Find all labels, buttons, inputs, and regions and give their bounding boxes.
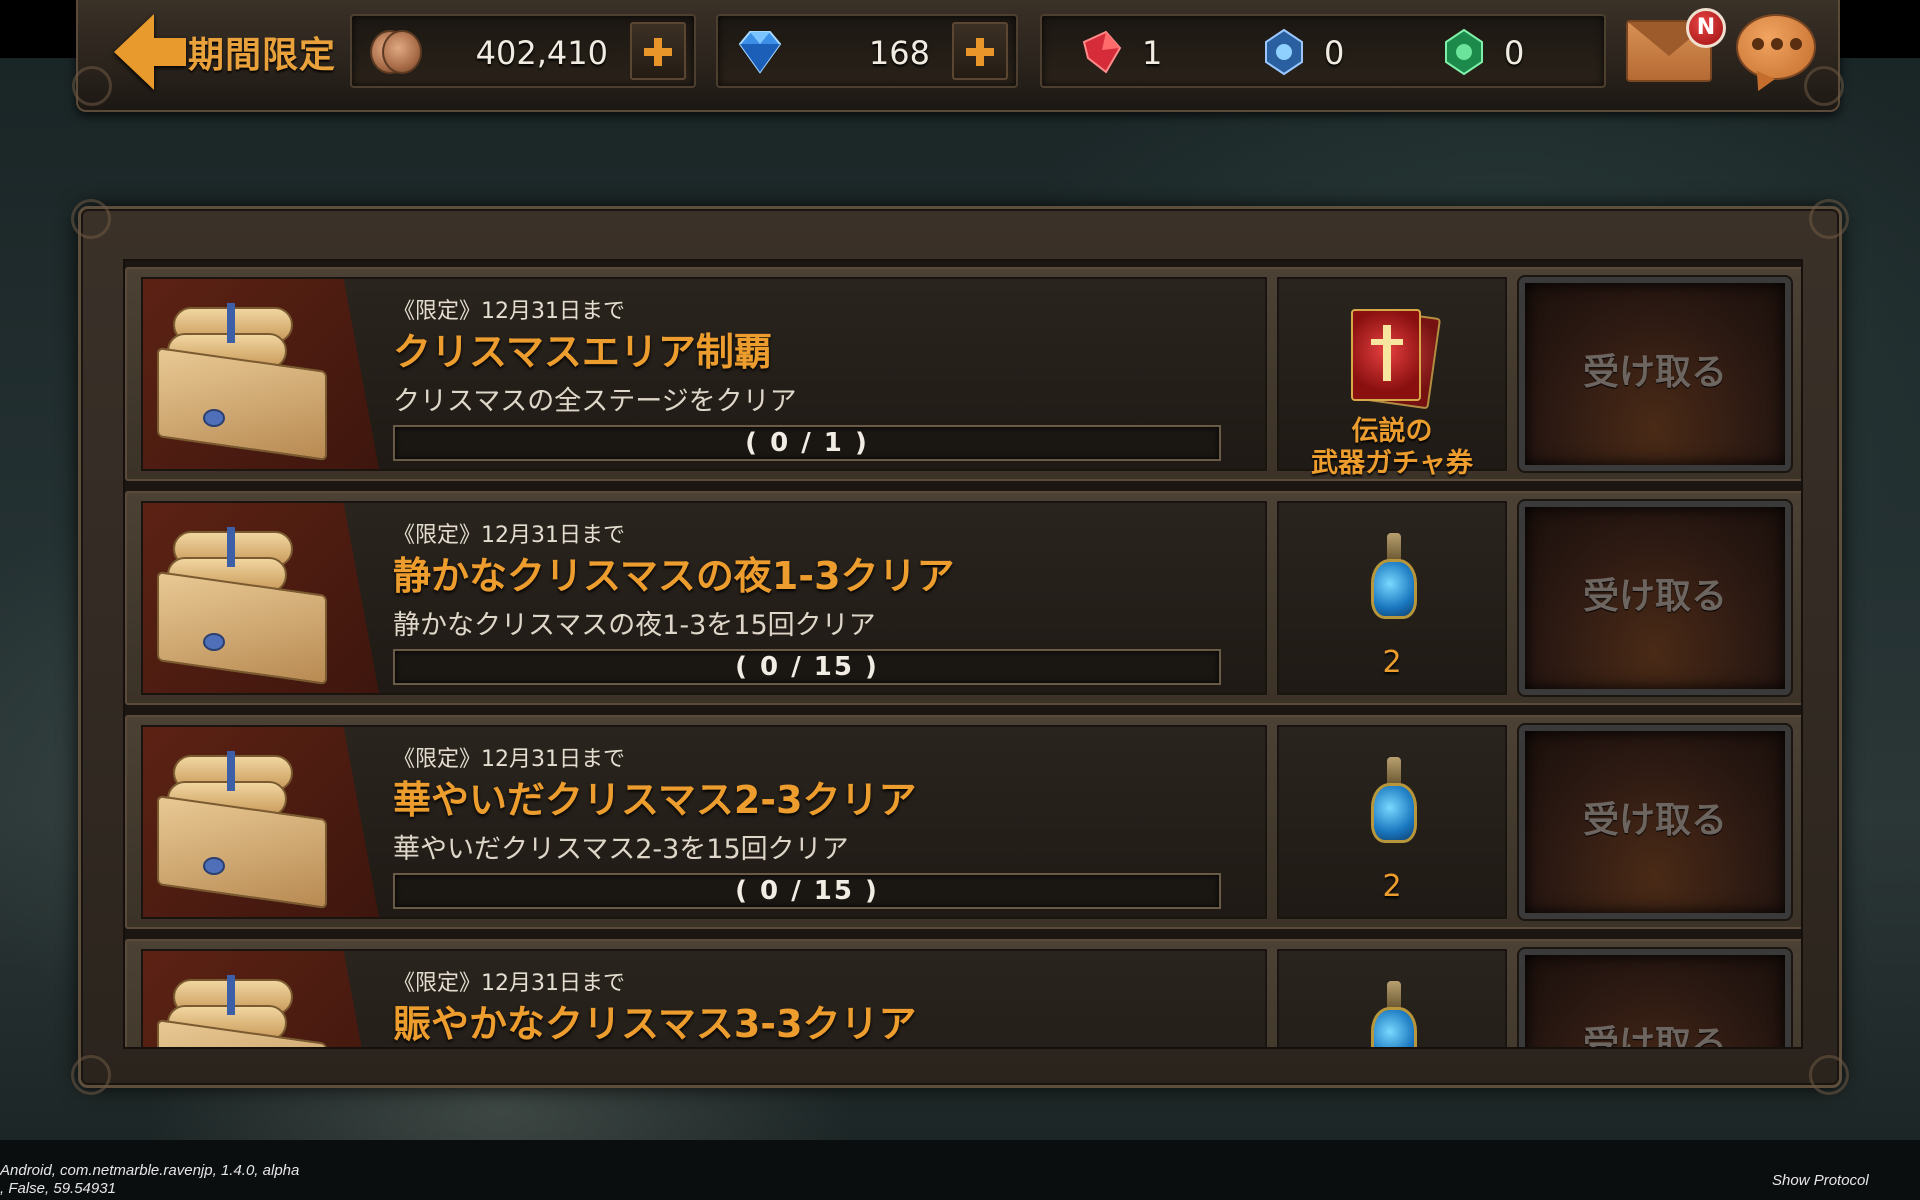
- quest-title: 賑やかなクリスマス3-3クリア: [393, 1002, 917, 1046]
- reward-label-line2: 武器ガチャ券: [1311, 448, 1473, 479]
- quest-title: クリスマスエリア制覇: [393, 330, 772, 374]
- blue-potion-icon: [1371, 757, 1417, 849]
- quest-description: 華やいだクリスマス2-3を15回クリア: [393, 834, 849, 865]
- debug-info-line2: , False, 59.54931: [0, 1180, 116, 1197]
- claim-button[interactable]: 受け取る: [1517, 947, 1793, 1049]
- quest-row: 《限定》12月31日まで 華やいだクリスマス2-3クリア 華やいだクリスマス2-…: [125, 715, 1801, 929]
- coin-counter: 402,410: [350, 14, 696, 88]
- claim-button[interactable]: 受け取る: [1517, 275, 1793, 473]
- show-protocol-link[interactable]: Show Protocol: [1772, 1172, 1869, 1189]
- progress-text: ( 0 / 1 ): [745, 428, 869, 458]
- panel-ornament-tr: [1809, 199, 1849, 239]
- panel-ornament-br: [1809, 1055, 1849, 1095]
- quest-description: 静かなクリスマスの夜1-3を15回クリア: [393, 610, 876, 641]
- blue-crystal-icon: [1265, 28, 1303, 76]
- quest-info: 《限定》12月31日まで 華やいだクリスマス2-3クリア 華やいだクリスマス2-…: [141, 725, 1267, 919]
- coin-amount: 402,410: [475, 34, 608, 72]
- claim-label: 受け取る: [1582, 352, 1727, 393]
- weapon-gacha-ticket-icon: [1351, 308, 1442, 410]
- blue-potion-icon: [1371, 981, 1417, 1047]
- reward-slot: [1277, 949, 1507, 1047]
- red-crystal-amount: 1: [1142, 34, 1163, 72]
- reward-slot: 2: [1277, 501, 1507, 695]
- scroll-icon: [143, 951, 379, 1047]
- scroll-icon: [143, 727, 379, 917]
- back-button[interactable]: [96, 10, 186, 94]
- claim-label: 受け取る: [1582, 1024, 1727, 1049]
- claim-label: 受け取る: [1582, 576, 1727, 617]
- quest-list[interactable]: 《限定》12月31日まで クリスマスエリア制覇 クリスマスの全ステージをクリア …: [123, 259, 1803, 1049]
- quest-info: 《限定》12月31日まで クリスマスエリア制覇 クリスマスの全ステージをクリア …: [141, 277, 1267, 471]
- chat-button[interactable]: [1736, 14, 1816, 80]
- quest-description: クリスマスの全ステージをクリア: [393, 386, 797, 417]
- gem-counter: 168: [716, 14, 1018, 88]
- mail-new-badge: N: [1686, 8, 1726, 48]
- add-coins-button[interactable]: [630, 22, 686, 80]
- page-title: 期間限定: [188, 35, 337, 76]
- blue-crystal-amount: 0: [1324, 34, 1345, 72]
- crystal-counters: 1 0 0: [1040, 14, 1606, 88]
- quest-info: 《限定》12月31日まで 賑やかなクリスマス3-3クリア: [141, 949, 1267, 1047]
- gem-amount: 168: [868, 34, 930, 72]
- quest-panel: 《限定》12月31日まで クリスマスエリア制覇 クリスマスの全ステージをクリア …: [71, 199, 1849, 1095]
- add-gems-button[interactable]: [952, 22, 1008, 80]
- quest-row: 《限定》12月31日まで 賑やかなクリスマス3-3クリア 受け取る: [125, 939, 1801, 1049]
- panel-ornament-tl: [71, 199, 111, 239]
- top-hud: 期間限定 402,410 168 1 0 0 N: [72, 0, 1844, 112]
- quest-progress-bar: ( 0 / 1 ): [393, 425, 1221, 461]
- coin-icon: [370, 30, 428, 74]
- back-arrow-icon: [114, 14, 186, 90]
- reward-slot: 2: [1277, 725, 1507, 919]
- blue-potion-icon: [1371, 533, 1417, 625]
- hud-ornament-right: [1804, 66, 1844, 106]
- scroll-icon: [143, 279, 379, 469]
- scroll-icon: [143, 503, 379, 693]
- quest-title: 華やいだクリスマス2-3クリア: [393, 778, 917, 822]
- progress-text: ( 0 / 15 ): [735, 652, 879, 682]
- reward-count: 2: [1382, 645, 1402, 680]
- green-crystal-icon: [1445, 28, 1483, 76]
- green-crystal-amount: 0: [1504, 34, 1525, 72]
- claim-button[interactable]: 受け取る: [1517, 499, 1793, 697]
- reward-slot: 伝説の 武器ガチャ券: [1277, 277, 1507, 479]
- quest-progress-bar: ( 0 / 15 ): [393, 873, 1221, 909]
- blue-diamond-icon: [738, 31, 782, 74]
- quest-row: 《限定》12月31日まで クリスマスエリア制覇 クリスマスの全ステージをクリア …: [125, 267, 1801, 481]
- quest-progress-bar: ( 0 / 15 ): [393, 649, 1221, 685]
- quest-info: 《限定》12月31日まで 静かなクリスマスの夜1-3クリア 静かなクリスマスの夜…: [141, 501, 1267, 695]
- red-crystal-icon: [1082, 30, 1122, 74]
- chat-bubble-icon: [1752, 38, 1802, 52]
- claim-button[interactable]: 受け取る: [1517, 723, 1793, 921]
- quest-title: 静かなクリスマスの夜1-3クリア: [393, 554, 955, 598]
- reward-count: 2: [1382, 869, 1402, 904]
- claim-label: 受け取る: [1582, 800, 1727, 841]
- progress-text: ( 0 / 15 ): [735, 876, 879, 906]
- debug-info-line1: Android, com.netmarble.ravenjp, 1.4.0, a…: [0, 1162, 300, 1179]
- quest-row: 《限定》12月31日まで 静かなクリスマスの夜1-3クリア 静かなクリスマスの夜…: [125, 491, 1801, 705]
- panel-ornament-bl: [71, 1055, 111, 1095]
